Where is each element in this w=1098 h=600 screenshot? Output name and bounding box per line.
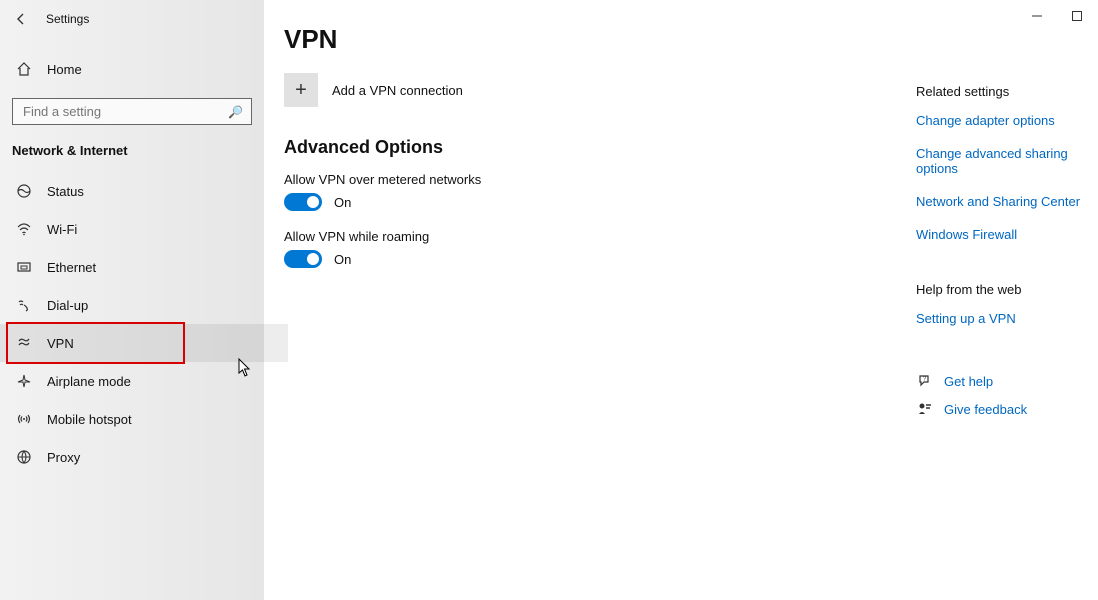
link-advanced-sharing[interactable]: Change advanced sharing options [916, 146, 1096, 176]
link-network-sharing-center[interactable]: Network and Sharing Center [916, 194, 1096, 209]
sidebar-item-label: Mobile hotspot [47, 412, 132, 427]
related-settings-header: Related settings [916, 84, 1096, 99]
sidebar-item-label: Status [47, 184, 84, 199]
link-setup-vpn[interactable]: Setting up a VPN [916, 311, 1096, 326]
sidebar-item-label: Proxy [47, 450, 80, 465]
search-input[interactable] [21, 103, 228, 120]
status-icon [15, 182, 33, 200]
sidebar-item-wifi[interactable]: Wi-Fi [0, 210, 264, 248]
add-vpn-label: Add a VPN connection [332, 83, 463, 98]
link-give-feedback[interactable]: Give feedback [944, 402, 1027, 417]
sidebar-home-label: Home [47, 62, 82, 77]
sidebar-item-airplane[interactable]: Airplane mode [0, 362, 264, 400]
toggle-metered[interactable] [284, 193, 322, 211]
sidebar-item-proxy[interactable]: Proxy [0, 438, 264, 476]
sidebar-item-ethernet[interactable]: Ethernet [0, 248, 264, 286]
right-panel: Related settings Change adapter options … [916, 84, 1096, 428]
feedback-icon [916, 400, 934, 418]
toggle-roaming[interactable] [284, 250, 322, 268]
help-from-web-header: Help from the web [916, 282, 1096, 297]
back-button[interactable] [12, 10, 30, 28]
sidebar-item-label: VPN [47, 336, 74, 351]
sidebar-item-label: Wi-Fi [47, 222, 77, 237]
sidebar-item-hotspot[interactable]: Mobile hotspot [0, 400, 264, 438]
search-icon: 🔍 [228, 105, 243, 119]
sidebar-home[interactable]: Home [0, 50, 264, 88]
page-title: VPN [284, 24, 1098, 55]
toggle-roaming-state: On [334, 252, 351, 267]
sidebar-item-label: Dial-up [47, 298, 88, 313]
vpn-icon [15, 334, 33, 352]
proxy-icon [15, 448, 33, 466]
home-icon [15, 60, 33, 78]
sidebar-item-label: Ethernet [47, 260, 96, 275]
toggle-metered-state: On [334, 195, 351, 210]
hotspot-icon [15, 410, 33, 428]
search-box[interactable]: 🔍 [12, 98, 252, 125]
airplane-icon [15, 372, 33, 390]
wifi-icon [15, 220, 33, 238]
sidebar-section-header: Network & Internet [0, 125, 264, 166]
sidebar-nav-list: Status Wi-Fi Ethernet Dial-up VPN Airpla… [0, 172, 264, 476]
sidebar-item-label: Airplane mode [47, 374, 131, 389]
link-windows-firewall[interactable]: Windows Firewall [916, 227, 1096, 242]
get-help-icon: ? [916, 372, 934, 390]
sidebar: Settings Home 🔍 Network & Internet Statu… [0, 0, 264, 600]
link-adapter-options[interactable]: Change adapter options [916, 113, 1096, 128]
sidebar-item-status[interactable]: Status [0, 172, 264, 210]
window-title: Settings [46, 12, 89, 26]
sidebar-item-vpn[interactable]: VPN [0, 324, 288, 362]
plus-icon: + [284, 73, 318, 107]
sidebar-item-dialup[interactable]: Dial-up [0, 286, 264, 324]
link-get-help[interactable]: Get help [944, 374, 993, 389]
ethernet-icon [15, 258, 33, 276]
dialup-icon [15, 296, 33, 314]
